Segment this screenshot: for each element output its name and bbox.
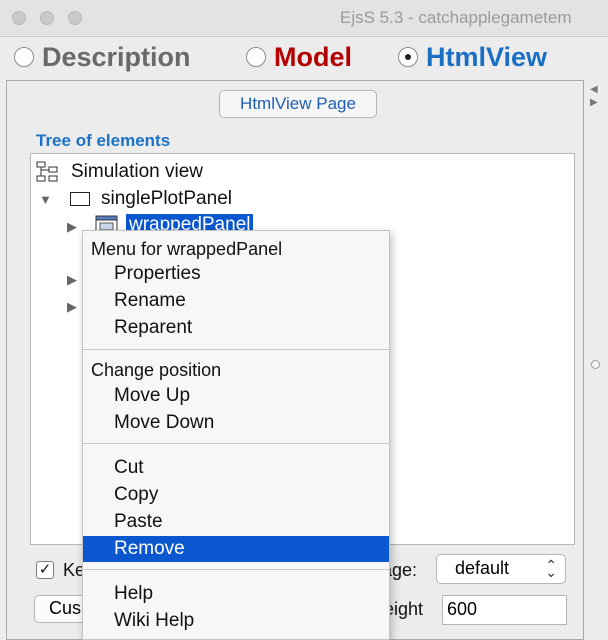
simulation-view-icon	[36, 161, 58, 182]
menu-item-move-down[interactable]: Move Down	[83, 410, 389, 436]
mode-model-label: Model	[274, 41, 352, 72]
window-title: EjsS 5.3 - catchapplegametem	[340, 8, 572, 27]
menu-item-remove[interactable]: Remove	[83, 536, 389, 562]
menu-item-paste[interactable]: Paste	[83, 509, 389, 535]
menu-separator	[83, 443, 389, 444]
change-position-header: Change position	[91, 360, 222, 380]
menu-item-rename[interactable]: Rename	[83, 288, 389, 314]
mode-description-label: Description	[42, 41, 191, 72]
htmlview-page-button[interactable]: HtmlView Page	[219, 90, 377, 118]
menu-item-copy[interactable]: Copy	[83, 482, 389, 508]
height-input[interactable]: 600	[442, 595, 567, 625]
expand-triangle-icon[interactable]: ▶	[67, 299, 77, 315]
radio-htmlview[interactable]	[398, 47, 418, 67]
menu-separator	[83, 349, 389, 350]
radio-description[interactable]	[14, 47, 34, 67]
image-select-value: default	[455, 558, 510, 578]
mode-selector: Description Model HtmlView	[0, 37, 608, 77]
menu-item-cut[interactable]: Cut	[83, 455, 389, 481]
context-menu: Menu for wrappedPanel Properties Rename …	[82, 230, 390, 640]
mode-description[interactable]: Description	[14, 40, 191, 74]
radio-model[interactable]	[246, 47, 266, 67]
minimize-window-button[interactable]	[40, 11, 54, 25]
tree-of-elements-label: Tree of elements	[36, 131, 171, 150]
expand-triangle-icon[interactable]: ▶	[67, 219, 77, 235]
expand-triangle-icon[interactable]: ▶	[67, 272, 77, 288]
mode-htmlview[interactable]: HtmlView	[398, 40, 547, 74]
zoom-window-button[interactable]	[68, 11, 82, 25]
menu-item-move-up[interactable]: Move Up	[83, 383, 389, 409]
scroll-up-arrow-icon[interactable]: ◀	[590, 84, 598, 95]
split-handle-icon[interactable]	[591, 360, 600, 369]
scroll-down-arrow-icon[interactable]: ▶	[590, 97, 598, 108]
mode-htmlview-label: HtmlView	[426, 41, 548, 72]
menu-separator	[83, 569, 389, 570]
menu-item-wiki-help[interactable]: Wiki Help	[83, 608, 389, 634]
title-bar: EjsS 5.3 - catchapplegametem	[0, 0, 608, 37]
chevron-updown-icon: ⌃ ⌄	[545, 557, 557, 580]
tree-node-simulation-view[interactable]: Simulation view	[71, 161, 203, 183]
close-window-button[interactable]	[12, 11, 26, 25]
menu-item-help[interactable]: Help	[83, 581, 389, 607]
mode-model[interactable]: Model	[246, 40, 352, 74]
keep-checkbox[interactable]: ✓	[36, 561, 54, 579]
menu-item-reparent[interactable]: Reparent	[83, 315, 389, 341]
panel-icon	[70, 192, 90, 206]
menu-item-properties[interactable]: Properties	[83, 261, 389, 287]
tree-node-singleplotpanel[interactable]: singlePlotPanel	[101, 188, 232, 210]
menu-header: Menu for wrappedPanel	[91, 239, 283, 259]
collapse-triangle-icon[interactable]: ▼	[39, 192, 52, 207]
image-select[interactable]: default ⌃ ⌄	[436, 554, 566, 584]
